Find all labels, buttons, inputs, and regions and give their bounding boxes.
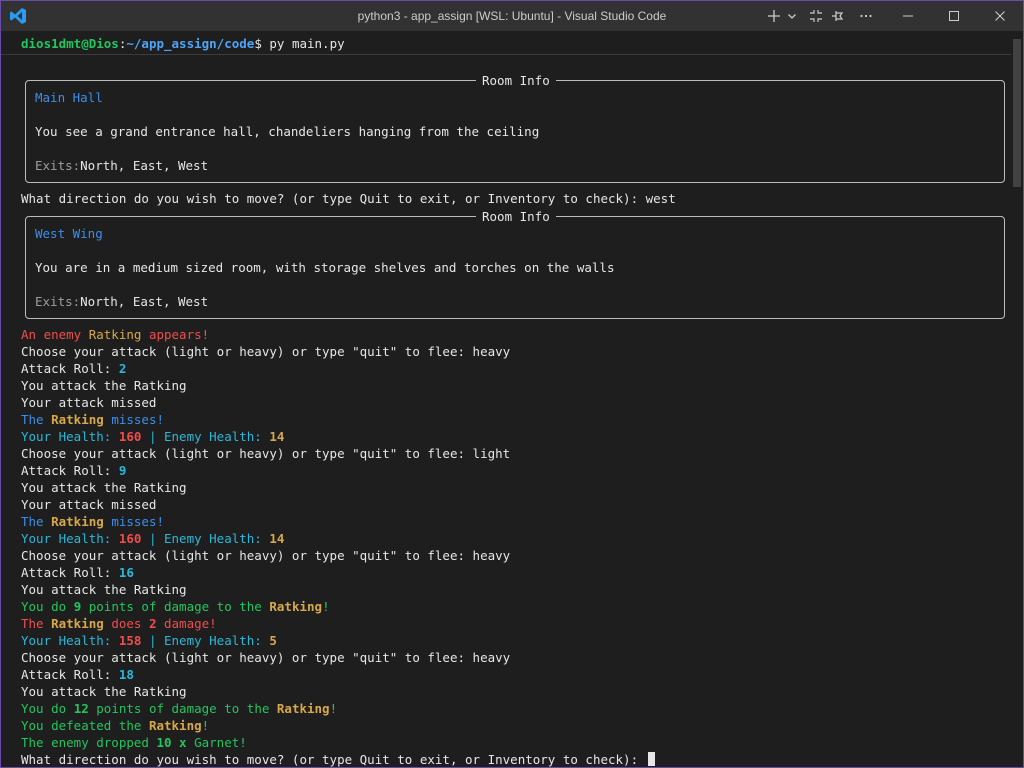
damage-taken-line: The Ratking does 2 damage! <box>21 616 217 631</box>
prompt-bar: dios1dmt@Dios:~/app_assign/code$ py main… <box>1 31 1011 55</box>
move-prompt-line[interactable]: What direction do you wish to move? (or … <box>21 751 655 767</box>
attack-choice-line: Choose your attack (light or heavy) or t… <box>21 344 511 359</box>
room-name: Main Hall <box>35 90 103 105</box>
split-icon <box>810 10 822 22</box>
close-icon <box>995 11 1005 21</box>
health-status-line: Your Health: 160 | Enemy Health: 14 <box>21 429 285 444</box>
room-name: West Wing <box>35 226 103 241</box>
enemy-misses-line: The Ratking misses! <box>21 412 165 427</box>
enemy-appears-line: An enemy Ratking appears! <box>21 327 210 342</box>
move-prompt-line: What direction do you wish to move? (or … <box>21 191 676 206</box>
minimize-icon <box>903 15 913 17</box>
close-button[interactable] <box>977 1 1023 31</box>
terminal-cursor <box>647 752 655 766</box>
panel-title: Room Info <box>476 72 556 89</box>
attack-roll-line: Attack Roll: 2 <box>21 361 127 376</box>
exits-label: Exits: <box>35 158 81 173</box>
you-attack-line: You attack the Ratking <box>21 582 187 597</box>
attack-roll-line: Attack Roll: 9 <box>21 463 127 478</box>
terminal-scrollbar[interactable] <box>1011 31 1023 767</box>
loot-drop-line: The enemy dropped 10 x Garnet! <box>21 735 247 750</box>
attack-choice-line: Choose your attack (light or heavy) or t… <box>21 548 511 563</box>
attack-choice-line: Choose your attack (light or heavy) or t… <box>21 446 511 461</box>
attack-missed-line: Your attack missed <box>21 497 157 512</box>
damage-dealt-line: You do 9 points of damage to the Ratking… <box>21 599 330 614</box>
enemy-defeated-line: You defeated the Ratking! <box>21 718 210 733</box>
room-exits: Exits:North, East, West <box>35 157 208 174</box>
panel-title: Room Info <box>476 208 556 225</box>
attack-choice-line: Choose your attack (light or heavy) or t… <box>21 650 511 665</box>
terminal-dropdown-button[interactable] <box>785 1 799 31</box>
minimize-button[interactable] <box>885 1 931 31</box>
exits-value: North, East, West <box>80 158 209 173</box>
room-info-panel: Room Info West Wing You are in a medium … <box>25 208 1005 319</box>
maximize-button[interactable] <box>931 1 977 31</box>
you-attack-line: You attack the Ratking <box>21 378 187 393</box>
plus-icon <box>768 10 780 22</box>
command-prompt: dios1dmt@Dios:~/app_assign/code$ py main… <box>21 36 345 51</box>
you-attack-line: You attack the Ratking <box>21 480 187 495</box>
chevron-down-icon <box>788 14 796 19</box>
prompt-user-host: dios1dmt@Dios <box>21 36 119 51</box>
more-icon <box>860 14 872 18</box>
room-description: You see a grand entrance hall, chandelie… <box>35 124 540 139</box>
prompt-symbol: $ <box>254 36 262 51</box>
pin-icon <box>832 11 844 21</box>
attack-roll-line: Attack Roll: 18 <box>21 667 134 682</box>
terminal-panel[interactable]: dios1dmt@Dios:~/app_assign/code$ py main… <box>1 31 1023 767</box>
exits-value: North, East, West <box>80 294 209 309</box>
enemy-misses-line: The Ratking misses! <box>21 514 165 529</box>
prompt-path: ~/app_assign/code <box>126 36 255 51</box>
health-status-line: Your Health: 158 | Enemy Health: 5 <box>21 633 277 648</box>
room-info-panel: Room Info Main Hall You see a grand entr… <box>25 72 1005 183</box>
exits-label: Exits: <box>35 294 81 309</box>
scrollbar-thumb[interactable] <box>1013 39 1021 187</box>
more-actions-button[interactable] <box>855 1 877 31</box>
titlebar-controls <box>763 1 1023 31</box>
maximize-icon <box>949 11 959 21</box>
split-terminal-button[interactable] <box>805 1 827 31</box>
prompt-command: py main.py <box>261 36 345 51</box>
health-status-line: Your Health: 160 | Enemy Health: 14 <box>21 531 285 546</box>
attack-roll-line: Attack Roll: 16 <box>21 565 134 580</box>
you-attack-line: You attack the Ratking <box>21 684 187 699</box>
new-terminal-button[interactable] <box>763 1 785 31</box>
damage-dealt-line: You do 12 points of damage to the Ratkin… <box>21 701 338 716</box>
pin-button[interactable] <box>827 1 849 31</box>
room-description: You are in a medium sized room, with sto… <box>35 260 615 275</box>
vscode-window: python3 - app_assign [WSL: Ubuntu] - Vis… <box>0 0 1024 768</box>
title-bar: python3 - app_assign [WSL: Ubuntu] - Vis… <box>1 1 1023 31</box>
attack-missed-line: Your attack missed <box>21 395 157 410</box>
room-exits: Exits:North, East, West <box>35 293 208 310</box>
